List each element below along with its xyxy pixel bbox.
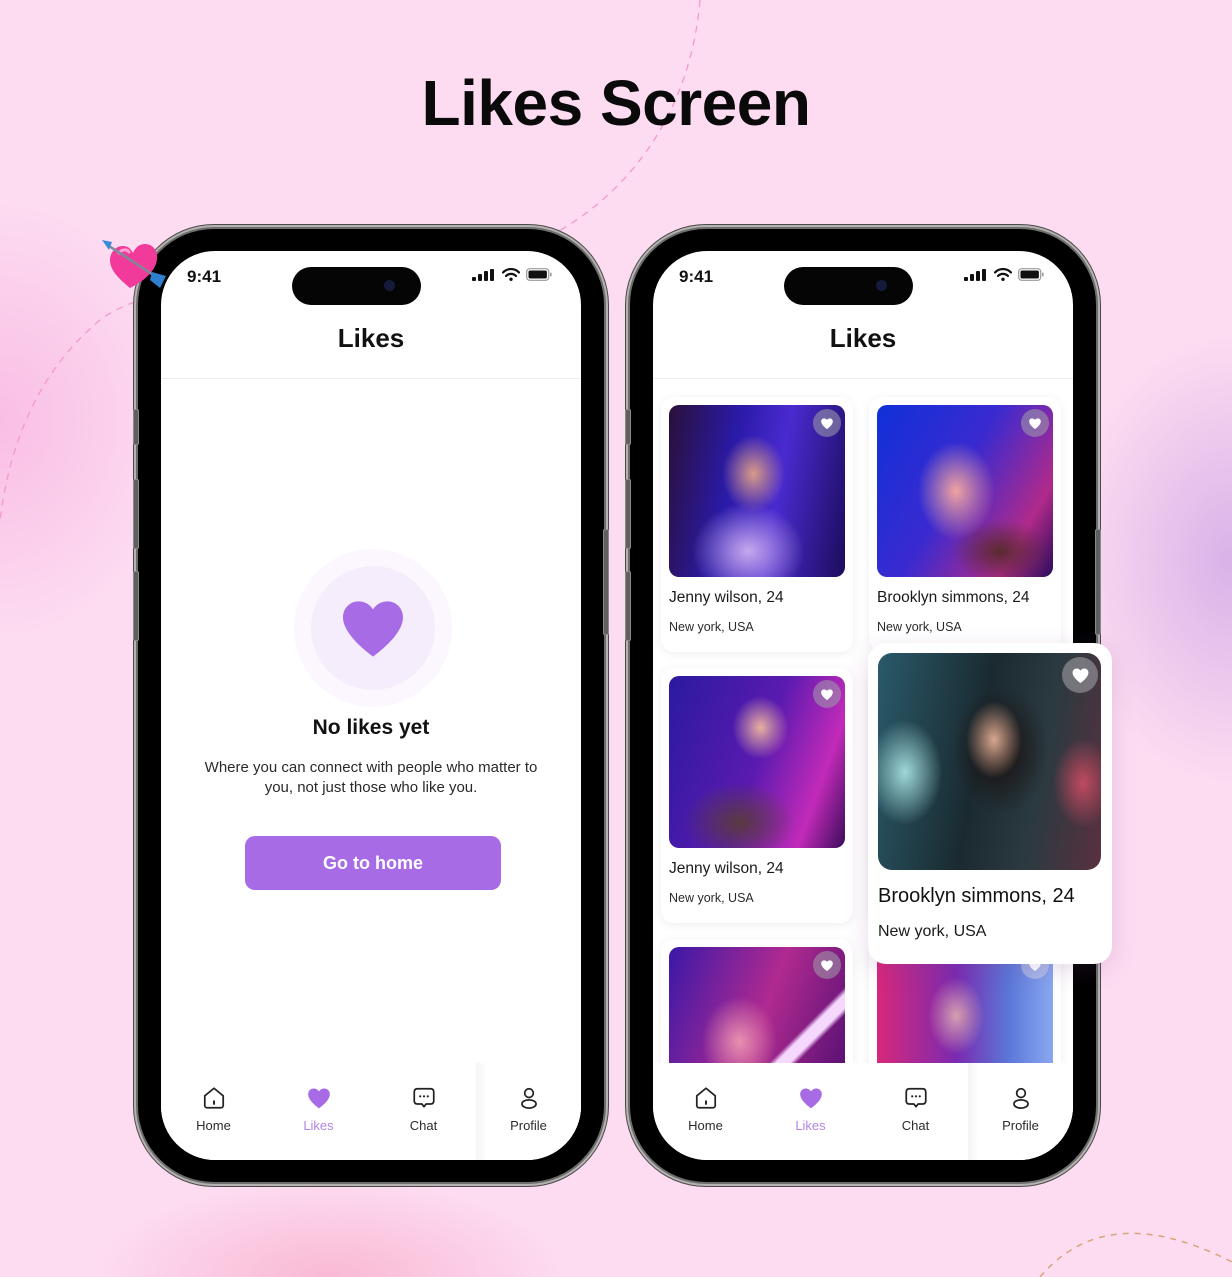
profile-name: Brooklyn simmons, 24 bbox=[878, 885, 1075, 907]
status-time: 9:41 bbox=[679, 267, 714, 286]
heart-icon bbox=[343, 601, 403, 657]
volume-up-button bbox=[133, 479, 139, 549]
profile-card[interactable]: Jenny wilson, 24 New york, USA bbox=[661, 668, 853, 923]
heart-icon bbox=[821, 959, 833, 971]
dashed-curve-bottom bbox=[1039, 1232, 1232, 1277]
tab-label: Home bbox=[688, 1118, 723, 1133]
like-button[interactable] bbox=[813, 409, 841, 437]
status-bar: 9:41 bbox=[161, 251, 581, 307]
camera-icon bbox=[876, 280, 887, 291]
tab-bar: Home Likes Chat Profile bbox=[653, 1063, 1073, 1160]
profile-location: New york, USA bbox=[878, 923, 987, 940]
heart-icon bbox=[821, 417, 833, 429]
header-divider bbox=[161, 378, 581, 379]
volume-down-button bbox=[625, 571, 631, 641]
header-title: Likes bbox=[337, 323, 405, 353]
heart-icon bbox=[307, 1088, 330, 1109]
profile-icon bbox=[520, 1087, 537, 1109]
go-to-home-button[interactable]: Go to home bbox=[245, 836, 501, 890]
profile-card[interactable]: Jenny wilson, 24 New york, USA bbox=[661, 397, 853, 652]
empty-state-illustration bbox=[294, 549, 452, 707]
phone-empty-state: 9:41 Likes No likes yet Where you can co… bbox=[133, 229, 609, 1182]
chat-icon bbox=[412, 1087, 435, 1108]
tab-chat[interactable]: Chat bbox=[371, 1063, 476, 1160]
volume-down-button bbox=[133, 571, 139, 641]
chat-icon bbox=[904, 1087, 927, 1108]
volume-up-button bbox=[625, 479, 631, 549]
page-title: Likes Screen bbox=[421, 67, 811, 139]
battery-icon bbox=[1018, 268, 1044, 281]
profile-location: New york, USA bbox=[877, 620, 962, 634]
status-bar: 9:41 bbox=[653, 251, 1073, 307]
silent-switch bbox=[133, 409, 139, 445]
profile-icon bbox=[1012, 1087, 1029, 1109]
profile-card[interactable] bbox=[661, 939, 853, 1063]
like-button[interactable] bbox=[813, 680, 841, 708]
header-title: Likes bbox=[829, 323, 897, 353]
profile-card[interactable]: Brooklyn simmons, 24 New york, USA bbox=[869, 397, 1061, 652]
heart-arrow-icon bbox=[102, 240, 166, 288]
home-icon bbox=[695, 1087, 716, 1109]
tab-bar: Home Likes Chat Profile bbox=[161, 1063, 581, 1160]
like-button[interactable] bbox=[1021, 409, 1049, 437]
wifi-icon bbox=[994, 268, 1012, 281]
tab-profile[interactable]: Profile bbox=[476, 1063, 581, 1160]
battery-icon bbox=[526, 268, 552, 281]
tab-label: Profile bbox=[510, 1118, 547, 1133]
profile-name: Jenny wilson, 24 bbox=[669, 589, 784, 606]
silent-switch bbox=[625, 409, 631, 445]
power-button bbox=[603, 529, 609, 635]
profile-name: Brooklyn simmons, 24 bbox=[877, 589, 1030, 606]
tab-label: Likes bbox=[795, 1118, 826, 1133]
camera-icon bbox=[384, 280, 395, 291]
heart-icon bbox=[821, 688, 833, 700]
like-button[interactable] bbox=[813, 951, 841, 979]
tab-home[interactable]: Home bbox=[653, 1063, 758, 1160]
tab-label: Likes bbox=[303, 1118, 334, 1133]
heart-icon bbox=[799, 1088, 822, 1109]
tab-profile[interactable]: Profile bbox=[968, 1063, 1073, 1160]
tab-home[interactable]: Home bbox=[161, 1063, 266, 1160]
tab-label: Chat bbox=[409, 1118, 438, 1133]
heart-icon bbox=[1072, 668, 1088, 683]
home-icon bbox=[203, 1087, 224, 1109]
tab-likes[interactable]: Likes bbox=[758, 1063, 863, 1160]
empty-state-description: Where you can connect with people who ma… bbox=[204, 759, 538, 796]
profile-location: New york, USA bbox=[669, 891, 754, 905]
profile-name: Jenny wilson, 24 bbox=[669, 860, 784, 877]
power-button bbox=[1095, 529, 1101, 635]
featured-profile-card[interactable]: Brooklyn simmons, 24 New york, USA bbox=[868, 643, 1112, 964]
dynamic-island bbox=[784, 267, 913, 305]
like-button[interactable] bbox=[1062, 657, 1098, 693]
tab-label: Home bbox=[196, 1118, 231, 1133]
status-time: 9:41 bbox=[187, 267, 222, 286]
tab-chat[interactable]: Chat bbox=[863, 1063, 968, 1160]
wifi-icon bbox=[502, 268, 520, 281]
heart-icon bbox=[1029, 417, 1041, 429]
empty-state-title: No likes yet bbox=[312, 716, 430, 739]
dynamic-island bbox=[292, 267, 421, 305]
signal-icon bbox=[472, 268, 494, 281]
screen: 9:41 Likes No likes yet Where you can co… bbox=[161, 251, 581, 1160]
tab-likes[interactable]: Likes bbox=[266, 1063, 371, 1160]
signal-icon bbox=[964, 268, 986, 281]
tab-label: Profile bbox=[1002, 1118, 1039, 1133]
profile-location: New york, USA bbox=[669, 620, 754, 634]
tab-label: Chat bbox=[901, 1118, 930, 1133]
